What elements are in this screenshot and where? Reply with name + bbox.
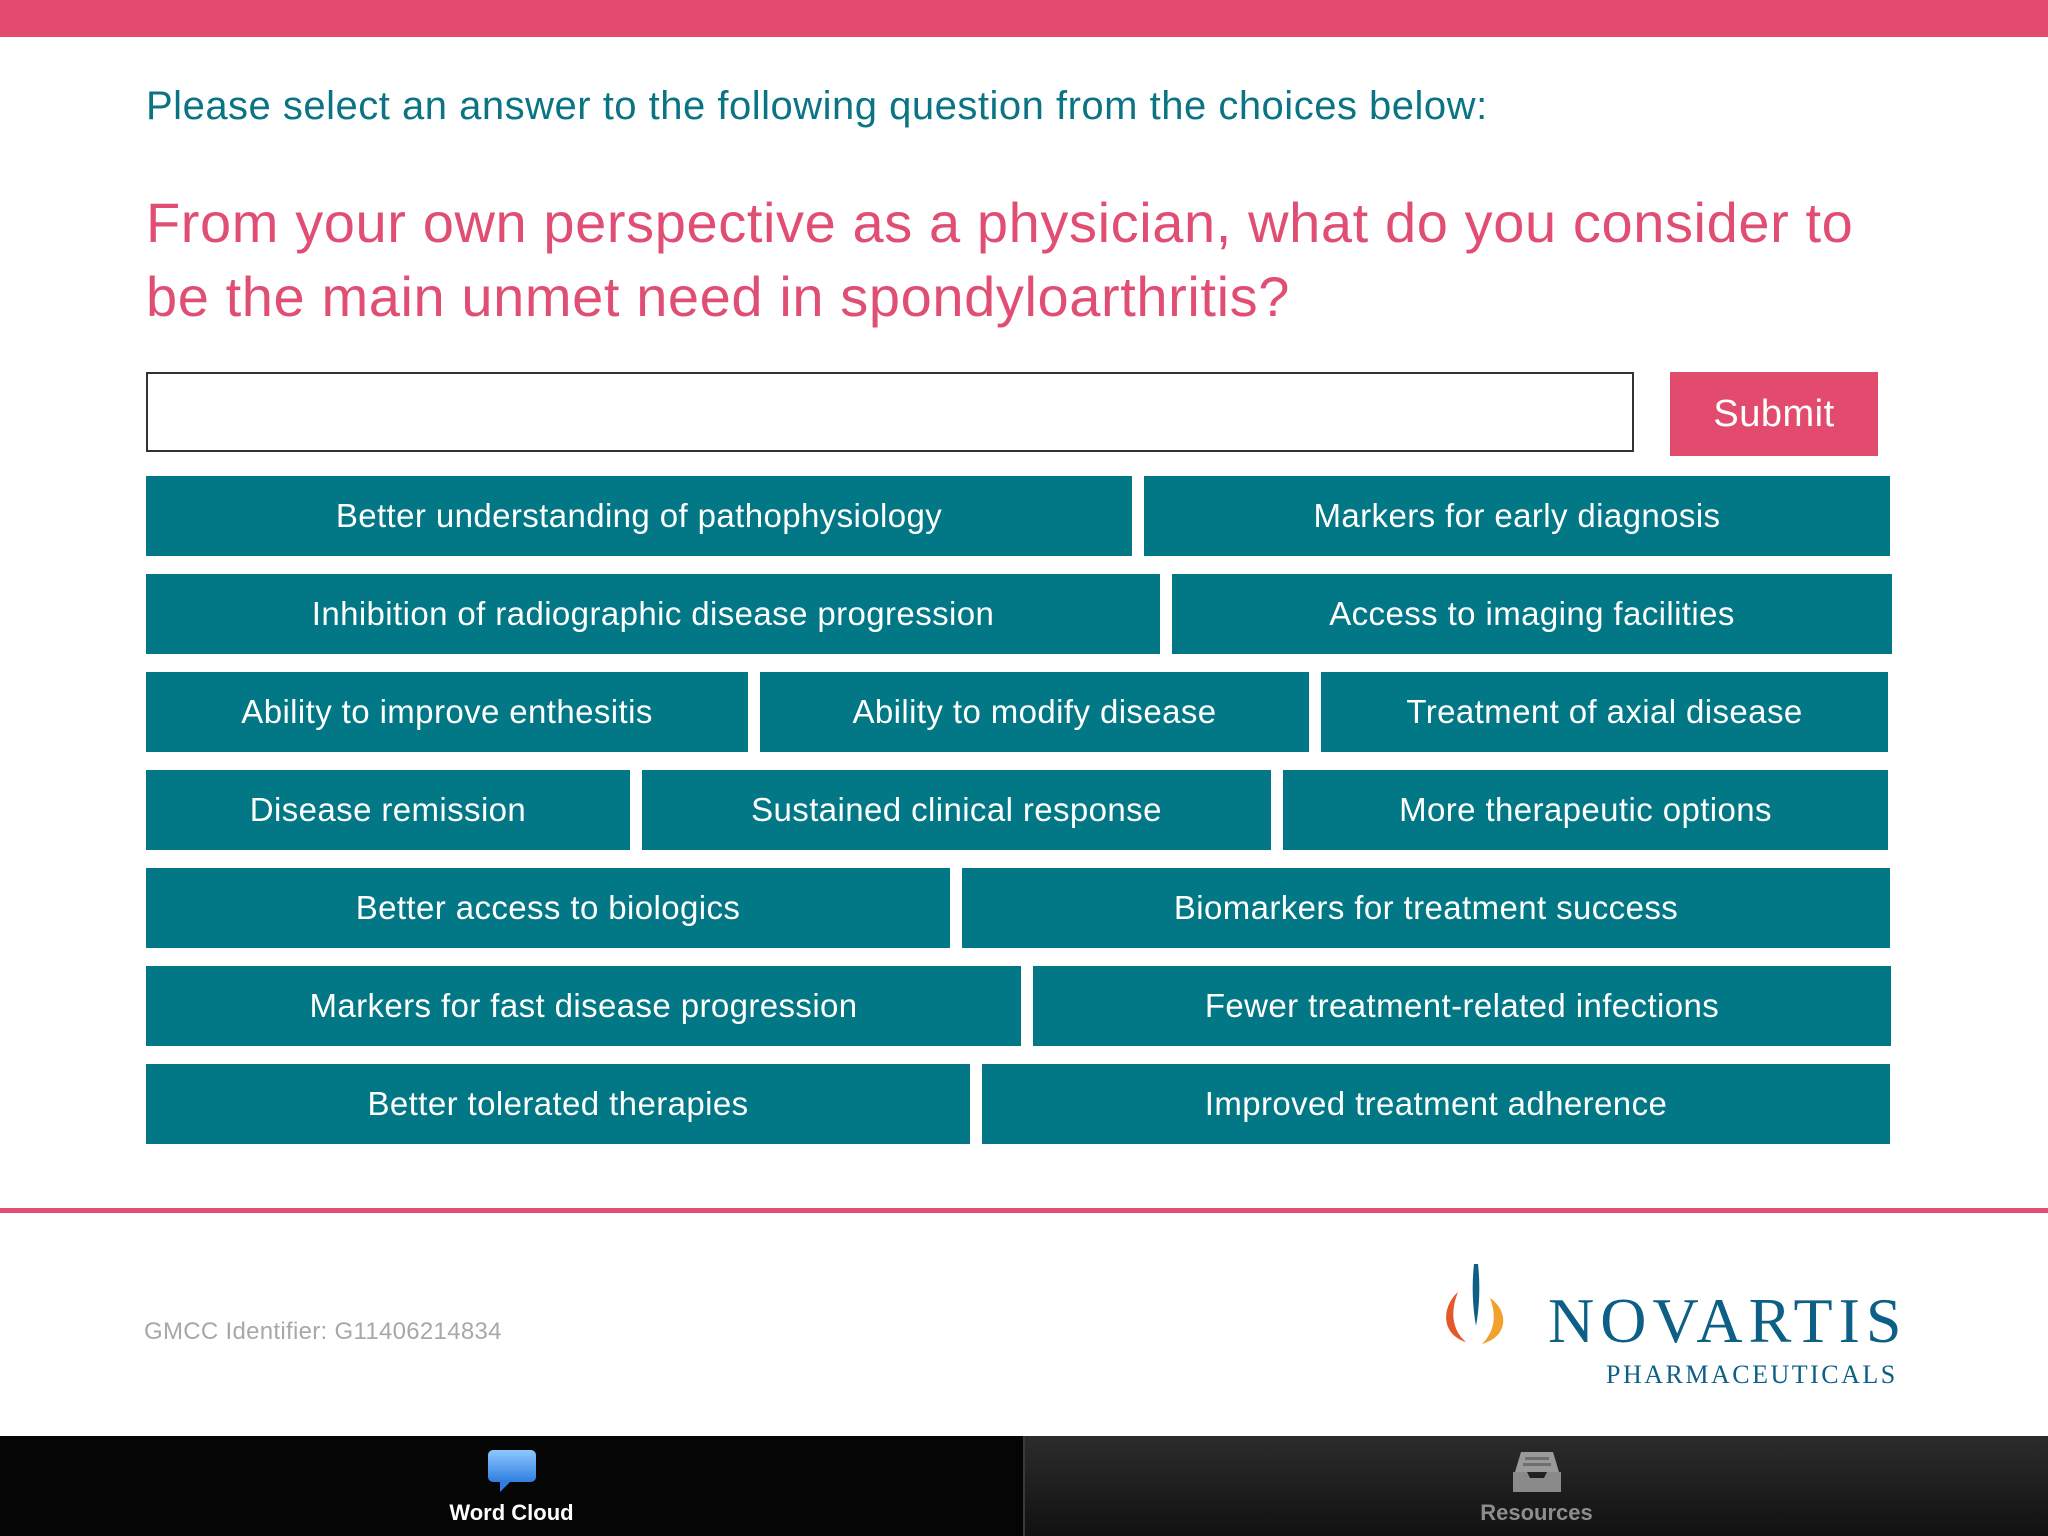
choice-row: Inhibition of radiographic disease progr… xyxy=(146,574,1892,654)
choice-button[interactable]: Ability to improve enthesitis xyxy=(146,672,748,752)
choice-button[interactable]: Fewer treatment-related infections xyxy=(1033,966,1891,1046)
choice-button[interactable]: Better tolerated therapies xyxy=(146,1064,970,1144)
choice-row: Better understanding of pathophysiology … xyxy=(146,476,1892,556)
choice-button[interactable]: Improved treatment adherence xyxy=(982,1064,1890,1144)
choice-button[interactable]: Better understanding of pathophysiology xyxy=(146,476,1132,556)
footer-divider xyxy=(0,1208,2048,1213)
choice-row: Markers for fast disease progression Few… xyxy=(146,966,1892,1046)
choice-button[interactable]: Access to imaging facilities xyxy=(1172,574,1892,654)
tab-bar: Word Cloud Resources xyxy=(0,1436,2048,1536)
answer-input[interactable] xyxy=(146,372,1634,452)
page: Please select an answer to the following… xyxy=(0,0,2048,1536)
speech-bubble-icon xyxy=(487,1450,536,1492)
top-accent-bar xyxy=(0,0,2048,37)
choice-row: Better tolerated therapies Improved trea… xyxy=(146,1064,1892,1144)
choice-button[interactable]: Sustained clinical response xyxy=(642,770,1271,850)
choice-button[interactable]: Treatment of axial disease xyxy=(1321,672,1888,752)
submit-button[interactable]: Submit xyxy=(1670,372,1878,456)
choice-row: Disease remission Sustained clinical res… xyxy=(146,770,1892,850)
question-text: From your own perspective as a physician… xyxy=(146,191,1854,328)
choice-button[interactable]: Inhibition of radiographic disease progr… xyxy=(146,574,1160,654)
gmcc-identifier: GMCC Identifier: G11406214834 xyxy=(144,1318,502,1345)
tab-label: Word Cloud xyxy=(449,1500,574,1525)
choice-button[interactable]: Biomarkers for treatment success xyxy=(962,868,1890,948)
tab-word-cloud[interactable]: Word Cloud xyxy=(0,1436,1023,1536)
novartis-logo: NOVARTIS PHARMACEUTICALS xyxy=(1436,1260,1906,1396)
choice-button[interactable]: Markers for fast disease progression xyxy=(146,966,1021,1046)
choice-button[interactable]: Markers for early diagnosis xyxy=(1144,476,1890,556)
choice-row: Better access to biologics Biomarkers fo… xyxy=(146,868,1892,948)
flame-icon xyxy=(1446,1264,1504,1344)
instruction-text: Please select an answer to the following… xyxy=(146,84,1488,128)
brand-subtitle: PHARMACEUTICALS xyxy=(1606,1360,1898,1389)
choice-grid: Better understanding of pathophysiology … xyxy=(146,476,1892,1162)
tab-resources[interactable]: Resources xyxy=(1023,1436,2048,1536)
choice-button[interactable]: Disease remission xyxy=(146,770,630,850)
choice-button[interactable]: Ability to modify disease xyxy=(760,672,1309,752)
choice-button[interactable]: More therapeutic options xyxy=(1283,770,1888,850)
inbox-tray-icon xyxy=(1512,1452,1561,1492)
tab-label: Resources xyxy=(1480,1500,1593,1525)
choice-button[interactable]: Better access to biologics xyxy=(146,868,950,948)
choice-row: Ability to improve enthesitis Ability to… xyxy=(146,672,1892,752)
brand-name: NOVARTIS xyxy=(1548,1285,1908,1356)
